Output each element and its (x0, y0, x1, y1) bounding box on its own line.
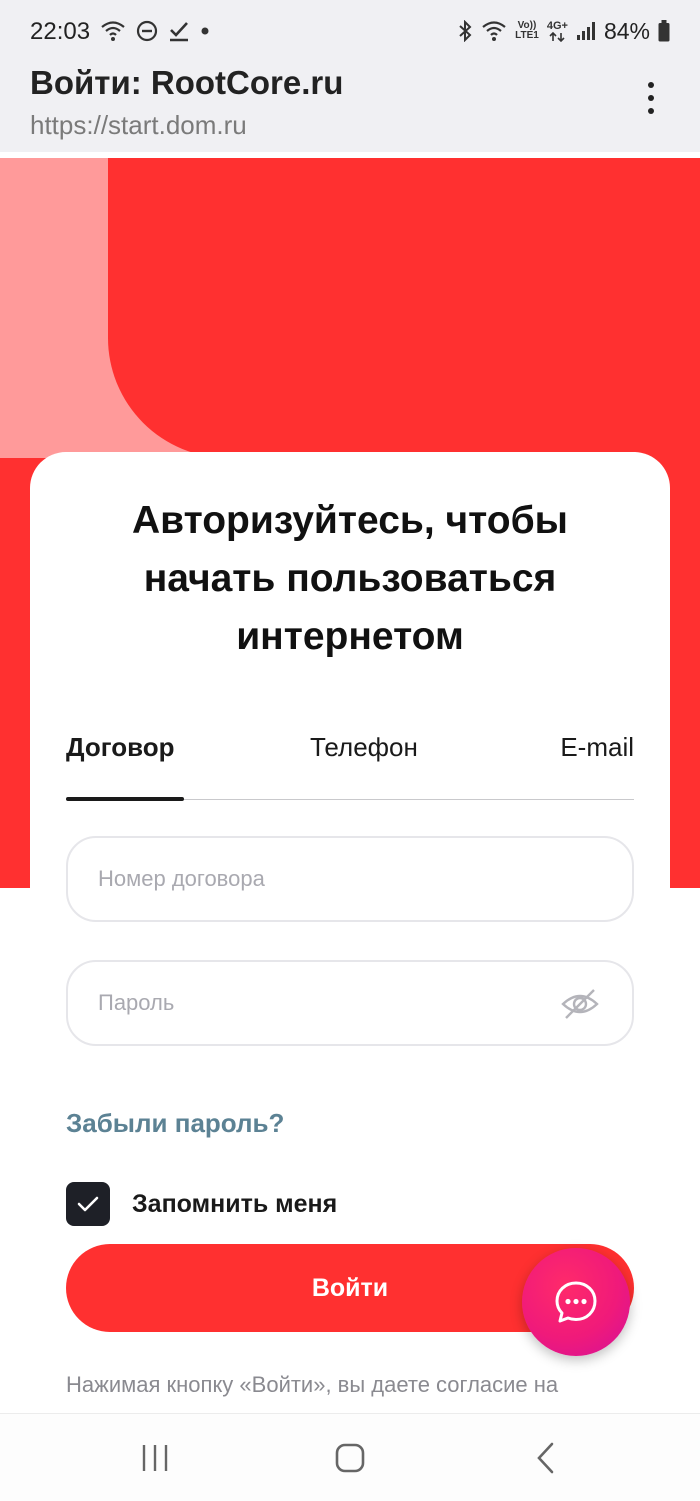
tab-contract[interactable]: Договор (66, 732, 175, 763)
check-icon (77, 1196, 99, 1212)
more-vertical-icon[interactable] (646, 82, 656, 118)
contract-field (66, 836, 634, 922)
recent-apps-icon[interactable] (133, 1438, 177, 1478)
card-title-line3: интернетом (236, 615, 464, 658)
system-nav-bar (0, 1413, 700, 1501)
net-label: 4G+ (546, 19, 568, 32)
password-input[interactable] (98, 962, 558, 1044)
password-field (66, 960, 634, 1046)
back-icon[interactable] (524, 1438, 568, 1478)
eye-off-icon[interactable] (560, 984, 600, 1024)
remember-label: Запомнить меня (132, 1189, 338, 1218)
chat-bubble-icon (555, 1281, 597, 1323)
4g-plus-icon: 4G+ (546, 19, 568, 42)
page-title: Войти: RootCore.ru (30, 64, 344, 101)
tab-email[interactable]: E-mail (560, 732, 634, 763)
remember-checkbox[interactable] (66, 1182, 110, 1226)
hero-red-shape (108, 158, 338, 458)
wifi-icon (481, 20, 507, 42)
do-not-disturb-icon (136, 20, 158, 42)
check-download-icon (168, 20, 190, 42)
status-bar: 22:03 Vo)) LTE1 4G+ 84% (0, 0, 700, 62)
volte-bottom-label: LTE1 (515, 30, 539, 41)
consent-text: Нажимая кнопку «Войти», вы даете согласи… (66, 1372, 559, 1397)
volte-icon: Vo)) LTE1 (515, 21, 539, 41)
bluetooth-icon (457, 20, 473, 42)
browser-header: Войти: RootCore.ru https://start.dom.ru (0, 62, 700, 152)
status-left-icons (100, 18, 210, 44)
remember-me: Запомнить меня (66, 1182, 337, 1226)
chat-button[interactable] (522, 1248, 630, 1356)
forgot-password-link[interactable]: Забыли пароль? (66, 1108, 284, 1139)
login-tabs: Договор Телефон E-mail (66, 720, 634, 801)
status-right-icons: Vo)) LTE1 4G+ 84% (457, 18, 670, 44)
battery-icon (658, 20, 670, 42)
signal-icon (576, 21, 596, 41)
card-title-line2: начать пользоваться (143, 557, 557, 600)
page-url[interactable]: https://start.dom.ru (30, 110, 247, 141)
card-title-line1: Авторизуйтесь, чтобы (132, 499, 568, 542)
tab-phone[interactable]: Телефон (310, 732, 418, 763)
active-tab-indicator (66, 797, 184, 801)
battery-percent: 84% (603, 17, 650, 44)
dot-icon (200, 26, 210, 36)
home-icon[interactable] (328, 1438, 372, 1478)
status-time: 22:03 (30, 18, 91, 45)
card-title: Авторизуйтесь, чтобы начать пользоваться… (30, 492, 670, 666)
wifi-question-icon (100, 20, 126, 42)
contract-number-input[interactable] (98, 838, 558, 920)
